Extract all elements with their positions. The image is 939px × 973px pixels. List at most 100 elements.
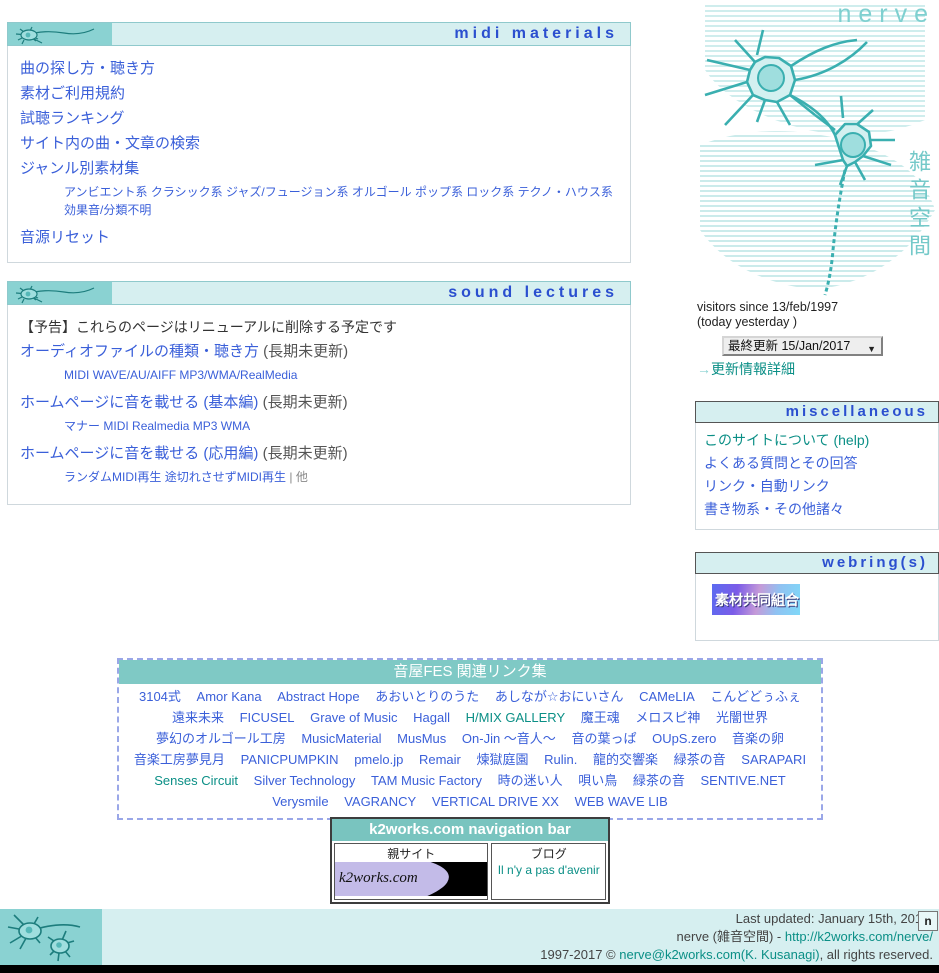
fes-link[interactable]: Remair (419, 752, 461, 767)
footer-bottom-rule (0, 965, 939, 973)
fes-link[interactable]: あしなが☆おにいさん (495, 689, 624, 704)
footer-site-prefix: nerve (雑音空間) - (676, 929, 785, 944)
fes-link[interactable]: 龍的交響楽 (593, 752, 658, 767)
fes-link[interactable]: On-Jin ～音人～ (462, 731, 556, 746)
fes-link[interactable]: PANICPUMPKIN (241, 752, 339, 767)
fes-link[interactable]: SARAPARI (741, 752, 806, 767)
fes-link[interactable]: 緑茶の音 (674, 752, 726, 767)
genre-link-jazz-fusion[interactable]: ジャズ/フュージョン系 (226, 185, 349, 199)
fes-link[interactable]: VERTICAL DRIVE XX (432, 794, 559, 809)
sublink-realmedia[interactable]: Realmedia (132, 419, 189, 433)
fes-link[interactable]: 音の葉っぱ (571, 731, 636, 746)
fes-link[interactable]: 音楽工房夢見月 (134, 752, 225, 767)
link-sound-source-reset[interactable]: 音源リセット (20, 229, 110, 246)
arrow-right-icon: → (697, 361, 711, 377)
misc-row: リンク・自動リンク (704, 475, 930, 498)
fes-link[interactable]: あおいとりのうた (375, 689, 479, 704)
fes-link[interactable]: VAGRANCY (344, 794, 416, 809)
k2nav-blog-link[interactable]: Il n'y a pas d'avenir (492, 862, 605, 878)
sublink-wma[interactable]: WMA (221, 419, 250, 433)
sublink-midi[interactable]: MIDI (103, 419, 128, 433)
link-links-autolink[interactable]: リンク・自動リンク (704, 478, 830, 494)
n-badge[interactable]: n (918, 911, 938, 931)
link-add-sound-basic[interactable]: ホームページに音を載せる (基本編) (20, 394, 258, 411)
fes-link[interactable]: 夢幻のオルゴール工房 (156, 731, 286, 746)
fes-link[interactable]: 時の迷い人 (498, 773, 563, 788)
fes-link[interactable]: TAM Music Factory (371, 773, 482, 788)
fes-link[interactable]: WEB WAVE LIB (575, 794, 668, 809)
panel-title: midi materials (454, 25, 618, 42)
footer-site-url[interactable]: http://k2works.com/nerve/ (785, 929, 933, 944)
genre-link-sfx-other[interactable]: 効果音/分類不明 (64, 203, 151, 217)
link-listening-ranking[interactable]: 試聴ランキング (20, 110, 125, 127)
sublink-seamless-midi[interactable]: 途切れさせずMIDI再生 (165, 470, 286, 484)
sublink-wave-au-aiff[interactable]: WAVE/AU/AIFF (93, 368, 176, 382)
site-wordmark: nerve (837, 0, 935, 28)
fes-link[interactable]: Rulin. (544, 752, 577, 767)
fes-link[interactable]: Abstract Hope (277, 689, 359, 704)
link-genre-collection[interactable]: ジャンル別素材集 (20, 160, 139, 177)
link-faq[interactable]: よくある質問とその回答 (704, 455, 858, 471)
link-writings-misc[interactable]: 書き物系・その他諸々 (704, 501, 844, 517)
webring-banner-sozai[interactable]: 素材共同組合 (712, 584, 800, 615)
lecture-note: (長期未更新) (263, 343, 349, 360)
sublink-mp3-wma-realmedia[interactable]: MP3/WMA/RealMedia (179, 368, 297, 382)
footer-email-link[interactable]: nerve@k2works.com(K. Kusanagi) (619, 947, 819, 962)
fes-link[interactable]: Silver Technology (254, 773, 356, 788)
fes-link[interactable]: 唄い鳥 (578, 773, 617, 788)
link-site-search[interactable]: サイト内の曲・文章の検索 (20, 135, 200, 152)
lecture-sublinks: MIDI WAVE/AU/AIFF MP3/WMA/RealMedia (64, 366, 618, 384)
fes-link[interactable]: CAMeLIA (639, 689, 695, 704)
lecture-row: ホームページに音を載せる (応用編) (長期未更新) (20, 441, 618, 466)
link-about-this-site[interactable]: このサイトについて (help) (704, 432, 869, 448)
fes-link[interactable]: Verysmile (272, 794, 328, 809)
fes-link[interactable]: 光闇世界 (716, 710, 768, 725)
fes-link[interactable]: Amor Kana (197, 689, 262, 704)
fes-link[interactable]: Grave of Music (310, 710, 397, 725)
fes-link[interactable]: MusMus (397, 731, 446, 746)
site-subtitle-vertical: 雑音空間 (906, 150, 931, 262)
k2nav-blog-cell[interactable]: ブログ Il n'y a pas d'avenir (491, 843, 606, 900)
hero-neuron-illustration: nerve 雑音空間 (695, 0, 939, 300)
genre-link-techno-house[interactable]: テクノ・ハウス系 (518, 185, 613, 199)
fes-link[interactable]: 3104式 (139, 689, 181, 704)
link-how-to-find[interactable]: 曲の探し方・聴き方 (20, 60, 155, 77)
genre-link-pop[interactable]: ポップ系 (415, 185, 463, 199)
fes-link[interactable]: pmelo.jp (354, 752, 403, 767)
genre-link-orgel[interactable]: オルゴール (352, 185, 412, 199)
fes-link[interactable]: H/MIX GALLERY (466, 710, 565, 725)
fes-link[interactable]: 煉獄庭園 (476, 752, 528, 767)
neuron-icon (8, 282, 112, 304)
fes-link[interactable]: Senses Circuit (154, 773, 238, 788)
sublink-mp3[interactable]: MP3 (193, 419, 218, 433)
fes-link[interactable]: こんどどぅふぇ (710, 689, 801, 704)
update-select[interactable]: 最終更新 15/Jan/2017 ▼ (722, 336, 883, 356)
genre-link-classic[interactable]: クラシック系 (151, 185, 223, 199)
fes-link[interactable]: メロスピ神 (635, 710, 700, 725)
sublink-midi[interactable]: MIDI (64, 368, 89, 382)
genre-link-rock[interactable]: ロック系 (466, 185, 514, 199)
fes-link[interactable]: 音楽の卵 (732, 731, 784, 746)
fes-link[interactable]: SENTIVE.NET (701, 773, 786, 788)
fes-link[interactable]: 魔王魂 (581, 710, 620, 725)
sublink-manner[interactable]: マナー (64, 419, 100, 433)
link-add-sound-advanced[interactable]: ホームページに音を載せる (応用編) (20, 445, 258, 462)
k2nav-parent-caption: 親サイト (387, 847, 436, 861)
lecture-row: オーディオファイルの種類・聴き方 (長期未更新) (20, 339, 618, 364)
fes-link[interactable]: 遠来未来 (172, 710, 224, 725)
genre-link-ambient[interactable]: アンビエント系 (64, 185, 148, 199)
k2works-banner-image[interactable]: k2works.com (335, 862, 488, 896)
fes-link[interactable]: Hagall (413, 710, 450, 725)
k2nav-parent-cell[interactable]: 親サイト k2works.com (334, 843, 489, 900)
sublink-random-midi[interactable]: ランダムMIDI再生 (64, 470, 161, 484)
fes-box-title: 音屋FES 関連リンク集 (119, 660, 821, 684)
link-audio-file-types[interactable]: オーディオファイルの種類・聴き方 (20, 343, 259, 360)
fes-link[interactable]: MusicMaterial (301, 731, 381, 746)
fes-link[interactable]: FICUSEL (240, 710, 295, 725)
link-terms-of-use[interactable]: 素材ご利用規約 (20, 85, 125, 102)
fes-link[interactable]: OUpS.zero (652, 731, 716, 746)
fes-link[interactable]: 緑茶の音 (633, 773, 685, 788)
panel-header-sound-lectures: sound lectures (7, 281, 631, 305)
link-update-details[interactable]: 更新情報詳細 (711, 361, 795, 377)
genre-link-list: アンビエント系 クラシック系 ジャズ/フュージョン系 オルゴール ポップ系 ロッ… (64, 183, 618, 219)
